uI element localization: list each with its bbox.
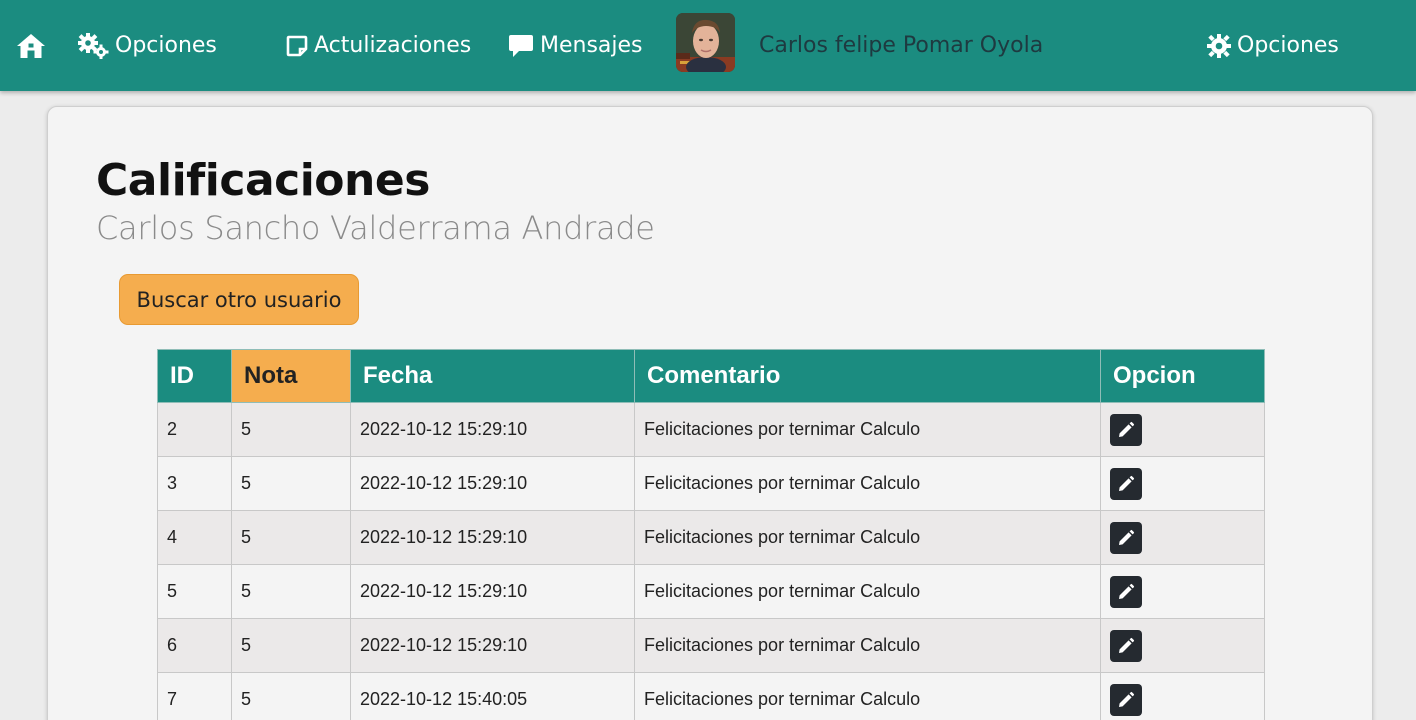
cell-fecha: 2022-10-12 15:40:05	[350, 672, 635, 720]
pencil-icon	[1117, 529, 1135, 547]
cell-nota: 5	[231, 510, 351, 565]
table-body: 2 5 2022-10-12 15:29:10 Felicitaciones por …	[157, 402, 1265, 720]
messages-menu[interactable]: Mensajes	[508, 0, 643, 91]
cell-nota: 5	[231, 672, 351, 720]
header-comentario[interactable]: Comentario	[634, 349, 1101, 403]
table-row: 2 5 2022-10-12 15:29:10 Felicitaciones por …	[157, 402, 1265, 457]
cell-opcion	[1100, 618, 1265, 673]
edit-button[interactable]	[1110, 683, 1142, 716]
gears-icon	[77, 32, 109, 59]
cell-opcion	[1100, 564, 1265, 619]
updates-menu[interactable]: Actulizaciones	[286, 0, 471, 91]
table-row: 4 5 2022-10-12 15:29:10 Felicitaciones por …	[157, 510, 1265, 565]
cell-opcion	[1100, 402, 1265, 457]
note-icon	[286, 35, 308, 57]
edit-button[interactable]	[1110, 521, 1142, 554]
page-title: Calificaciones	[96, 155, 430, 206]
edit-button[interactable]	[1110, 467, 1142, 500]
user-name[interactable]: Carlos felipe Pomar Oyola	[759, 0, 1043, 91]
table-row: 5 5 2022-10-12 15:29:10 Felicitaciones por …	[157, 564, 1265, 619]
cell-opcion	[1100, 456, 1265, 511]
search-user-button[interactable]: Buscar otro usuario	[119, 274, 359, 325]
student-name: Carlos Sancho Valderrama Andrade	[96, 209, 655, 247]
edit-button[interactable]	[1110, 413, 1142, 446]
cell-id: 6	[157, 618, 232, 673]
comment-icon	[508, 34, 534, 58]
home-button[interactable]	[16, 0, 52, 91]
options-menu-right[interactable]: Opciones	[1207, 0, 1339, 91]
pencil-icon	[1117, 691, 1135, 709]
header-id[interactable]: ID	[157, 349, 232, 403]
options-menu-left[interactable]: Opciones	[77, 0, 217, 91]
gear-icon	[1207, 33, 1231, 58]
cell-comentario: Felicitaciones por ternimar Calculo	[634, 456, 1101, 511]
cell-fecha: 2022-10-12 15:29:10	[350, 564, 635, 619]
grades-table: ID Nota Fecha Comentario Opcion 2 5 2022-1…	[157, 349, 1265, 720]
cell-comentario: Felicitaciones por ternimar Calculo	[634, 402, 1101, 457]
cell-id: 3	[157, 456, 232, 511]
cell-opcion	[1100, 510, 1265, 565]
cell-comentario: Felicitaciones por ternimar Calculo	[634, 618, 1101, 673]
table-header-row: ID Nota Fecha Comentario Opcion	[157, 349, 1265, 403]
table-row: 7 5 2022-10-12 15:40:05 Felicitaciones por …	[157, 672, 1265, 720]
header-fecha[interactable]: Fecha	[350, 349, 635, 403]
cell-comentario: Felicitaciones por ternimar Calculo	[634, 564, 1101, 619]
cell-nota: 5	[231, 618, 351, 673]
grades-card: Calificaciones Carlos Sancho Valderrama …	[47, 106, 1373, 720]
pencil-icon	[1117, 475, 1135, 493]
messages-label: Mensajes	[540, 33, 643, 58]
cell-id: 2	[157, 402, 232, 457]
cell-id: 5	[157, 564, 232, 619]
cell-fecha: 2022-10-12 15:29:10	[350, 456, 635, 511]
pencil-icon	[1117, 421, 1135, 439]
pencil-icon	[1117, 583, 1135, 601]
cell-comentario: Felicitaciones por ternimar Calculo	[634, 672, 1101, 720]
pencil-icon	[1117, 637, 1135, 655]
cell-nota: 5	[231, 456, 351, 511]
top-navbar: Opciones Actulizaciones Mensajes Carlos …	[0, 0, 1416, 91]
cell-fecha: 2022-10-12 15:29:10	[350, 618, 635, 673]
header-nota[interactable]: Nota	[231, 349, 351, 403]
table-row: 3 5 2022-10-12 15:29:10 Felicitaciones por …	[157, 456, 1265, 511]
avatar	[676, 13, 735, 72]
cell-nota: 5	[231, 564, 351, 619]
cell-id: 7	[157, 672, 232, 720]
cell-fecha: 2022-10-12 15:29:10	[350, 510, 635, 565]
options-right-label: Opciones	[1237, 33, 1339, 58]
cell-id: 4	[157, 510, 232, 565]
user-avatar[interactable]	[676, 13, 735, 72]
cell-opcion	[1100, 672, 1265, 720]
home-icon	[16, 33, 46, 59]
header-opcion[interactable]: Opcion	[1100, 349, 1265, 403]
edit-button[interactable]	[1110, 575, 1142, 608]
cell-comentario: Felicitaciones por ternimar Calculo	[634, 510, 1101, 565]
table-row: 6 5 2022-10-12 15:29:10 Felicitaciones por …	[157, 618, 1265, 673]
options-left-label: Opciones	[115, 33, 217, 58]
updates-label: Actulizaciones	[314, 33, 472, 58]
cell-nota: 5	[231, 402, 351, 457]
edit-button[interactable]	[1110, 629, 1142, 662]
cell-fecha: 2022-10-12 15:29:10	[350, 402, 635, 457]
